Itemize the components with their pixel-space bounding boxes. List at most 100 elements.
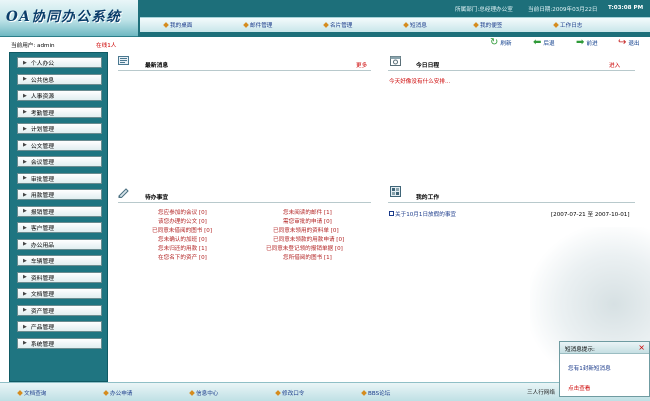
- logo-band: OA协同办公系统: [0, 0, 138, 37]
- bullet-icon: [553, 22, 559, 28]
- news-more-link[interactable]: 更多: [356, 61, 367, 69]
- triangle-right-icon: ▶: [23, 274, 27, 280]
- work-title: 我的工作: [416, 194, 440, 201]
- todo-item-assets[interactable]: 在您名下的资产 [0]: [158, 253, 207, 261]
- work-icon: [390, 186, 401, 197]
- news-title: 最新消息: [145, 62, 169, 69]
- todo-item-mail[interactable]: 您未阅读的邮件 [1]: [283, 208, 332, 216]
- forward-button[interactable]: ➡ 前进: [576, 38, 598, 48]
- sidebar-item-documents[interactable]: ▶ 公文管理: [17, 139, 102, 151]
- triangle-right-icon: ▶: [23, 92, 27, 99]
- back-button[interactable]: ⬅ 后退: [533, 38, 555, 48]
- online-count[interactable]: 在线1人: [96, 41, 116, 49]
- bottomnav-item-office-apply[interactable]: 办公申请: [103, 389, 132, 397]
- triangle-right-icon: ▶: [23, 208, 27, 214]
- topnav-item-cards[interactable]: 名片管理: [323, 21, 352, 29]
- sidebar-item-office-supplies[interactable]: ▶ 办公用品: [17, 238, 102, 250]
- bottomnav-item-info-center[interactable]: 信息中心: [189, 389, 218, 397]
- schedule-divider: [388, 70, 635, 71]
- triangle-right-icon: ▶: [23, 175, 27, 181]
- todo-item-meetings[interactable]: 您应参加的会议 [0]: [158, 208, 207, 216]
- dept-info: 所属部门:总经理办公室: [455, 7, 513, 13]
- header-info: 所属部门:总经理办公室 当前日期:2009年03月22日 T:03:08 PM: [140, 2, 650, 16]
- bottomnav-item-change-password[interactable]: 修改口令: [275, 389, 304, 397]
- sidebar-item-customers[interactable]: ▶ 客户管理: [17, 222, 102, 233]
- todo-item-funds[interactable]: 您未归还的用款 [1]: [158, 244, 207, 252]
- time-info: T:03:08 PM: [608, 5, 644, 11]
- todo-header: 待办事宜: [145, 189, 168, 203]
- topnav-item-desktop[interactable]: 我的桌面: [163, 21, 192, 29]
- triangle-right-icon: ▶: [23, 241, 27, 247]
- todo-divider: [118, 202, 371, 203]
- triangle-right-icon: ▶: [23, 109, 27, 115]
- user-bar: 当前用户: admin 在线1人 ↻ 刷新 ⬅ 后退 ➡ 前进 ↪ 退出: [0, 37, 650, 52]
- triangle-right-icon: ▶: [23, 290, 27, 297]
- bullet-icon: [403, 22, 409, 28]
- todo-item-overtime[interactable]: 您未确认的加班 [0]: [158, 235, 207, 243]
- sidebar-item-assets[interactable]: ▶ 资产管理: [17, 304, 102, 316]
- sidebar-item-meeting[interactable]: ▶ 会议管理: [17, 156, 102, 167]
- topnav-item-notes[interactable]: 我的便签: [473, 21, 502, 29]
- schedule-enter-link[interactable]: 进入: [609, 61, 620, 69]
- work-item-holiday[interactable]: 关于10月1日放假的事宜: [389, 210, 456, 218]
- sidebar-item-personal[interactable]: ▶ 个人办公: [17, 57, 102, 68]
- sidebar-item-approval[interactable]: ▶ 审批管理: [17, 172, 102, 184]
- logout-icon: ↪: [618, 37, 627, 48]
- close-icon[interactable]: ×: [638, 343, 645, 352]
- work-item-date-range: [2007-07-21 至 2007-10-01]: [551, 212, 630, 218]
- calendar-icon: [390, 56, 401, 66]
- bullet-icon: [275, 390, 281, 396]
- topnav-item-sms[interactable]: 短消息: [403, 21, 427, 29]
- bullet-icon: [243, 22, 249, 28]
- triangle-right-icon: ▶: [23, 323, 27, 330]
- triangle-right-icon: ▶: [23, 76, 27, 82]
- checkbox-icon: [389, 211, 394, 216]
- app-logo: OA协同办公系统: [6, 9, 122, 25]
- todo-item-books[interactable]: 已同意未借阅的图书 [0]: [152, 226, 212, 234]
- bullet-icon: [361, 390, 367, 396]
- sidebar-item-system[interactable]: ▶ 系统管理: [17, 337, 102, 349]
- logout-button[interactable]: ↪ 退出: [618, 38, 640, 48]
- sidebar-item-products[interactable]: ▶ 产品管理: [17, 321, 102, 332]
- back-arrow-icon: ⬅: [533, 37, 542, 48]
- schedule-empty-msg: 今天好像没有什么安排...: [389, 79, 451, 85]
- work-header: 我的工作: [416, 189, 439, 203]
- sidebar-item-funds[interactable]: ▶ 用款管理: [17, 189, 102, 200]
- todo-item-applications[interactable]: 需您审批的申请 [0]: [283, 217, 332, 225]
- triangle-right-icon: ▶: [23, 125, 27, 132]
- todo-item-materials[interactable]: 已同意未领用的资料单 [0]: [273, 226, 339, 234]
- work-divider: [388, 202, 635, 203]
- sidebar-item-hr[interactable]: ▶ 人事资源: [17, 90, 102, 101]
- message-popup: 短消息提示: × 您有1封新短消息 点击查看: [559, 341, 650, 397]
- current-user: 当前用户: admin: [11, 43, 55, 49]
- sidebar-item-reimburse[interactable]: ▶ 报销管理: [17, 205, 102, 217]
- sidebar-item-vehicles[interactable]: ▶ 车辆管理: [17, 255, 102, 266]
- company-name: 三人行网络: [527, 390, 555, 396]
- refresh-icon: ↻: [490, 37, 499, 48]
- sidebar-item-plan[interactable]: ▶ 计划管理: [17, 123, 102, 134]
- bottomnav-item-bbs[interactable]: BBS论坛: [361, 389, 390, 397]
- sidebar-item-materials[interactable]: ▶ 资料管理: [17, 271, 102, 283]
- topnav-item-mail[interactable]: 邮件管理: [243, 21, 272, 29]
- todo-item-documents[interactable]: 该您办理的公文 [0]: [158, 217, 207, 225]
- bottomnav-item-doc-search[interactable]: 文档查询: [17, 389, 46, 397]
- sidebar-item-attendance[interactable]: ▶ 考勤管理: [17, 106, 102, 118]
- date-info: 当前日期:2009年03月22日: [528, 7, 598, 13]
- popup-view-link[interactable]: 点击查看: [568, 384, 590, 392]
- main-content: 最新消息 更多 今日日程 进入 今天好像没有什么安排... 待办事宜 您应参加的…: [110, 52, 650, 382]
- todo-item-reimbursements[interactable]: 已同意未登记领的报销单据 [0]: [266, 244, 343, 252]
- schedule-header: 今日日程: [416, 57, 439, 71]
- triangle-right-icon: ▶: [23, 158, 27, 165]
- topnav-item-worklog[interactable]: 工作日志: [553, 21, 582, 29]
- triangle-right-icon: ▶: [23, 307, 27, 313]
- todo-item-borrowed-books[interactable]: 您所借阅的图书 [1]: [283, 253, 332, 261]
- triangle-right-icon: ▶: [23, 257, 27, 264]
- news-icon: [118, 56, 129, 65]
- todo-item-fund-requests[interactable]: 已同意未领款的用款申请 [0]: [273, 235, 344, 243]
- refresh-button[interactable]: ↻ 刷新: [490, 38, 512, 48]
- bullet-icon: [323, 22, 329, 28]
- bottom-nav: 文档查询 办公申请 信息中心 修改口令 BBS论坛 三人行网络: [0, 382, 650, 401]
- sidebar-item-files[interactable]: ▶ 文档管理: [17, 288, 102, 299]
- sidebar-item-public-info[interactable]: ▶ 公共信息: [17, 73, 102, 85]
- bullet-icon: [473, 22, 479, 28]
